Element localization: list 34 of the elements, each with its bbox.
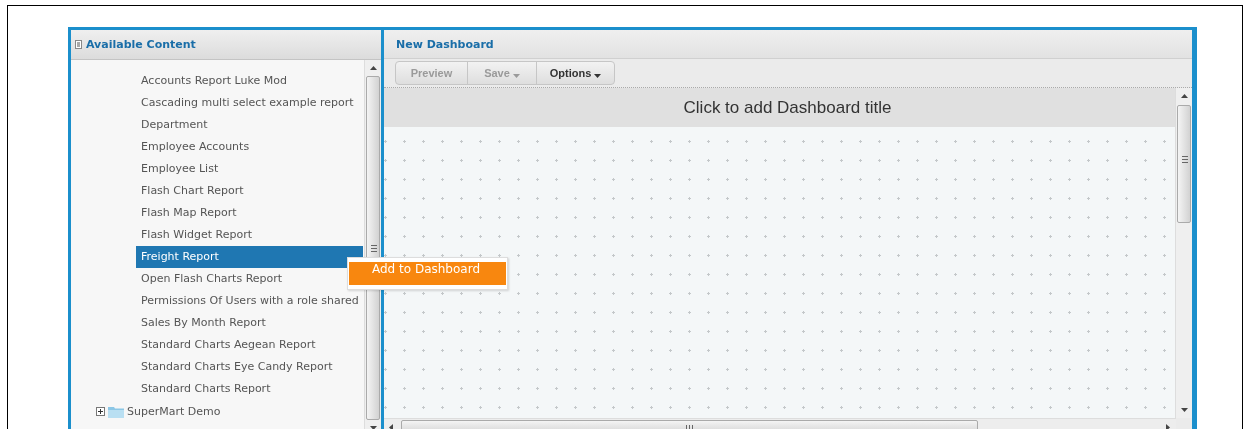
report-item[interactable]: Cascading multi select example report <box>136 92 363 114</box>
scrollbar-thumb[interactable] <box>1177 105 1191 223</box>
panel-title: Available Content <box>86 38 196 51</box>
report-item[interactable]: Flash Chart Report <box>136 180 363 202</box>
report-item[interactable]: Flash Map Report <box>136 202 363 224</box>
scroll-down-icon[interactable] <box>370 426 377 429</box>
report-item[interactable]: Employee List <box>136 158 363 180</box>
caret-icon <box>512 74 520 78</box>
report-item[interactable]: Freight Report <box>136 246 363 268</box>
scroll-left-icon[interactable] <box>389 424 393 429</box>
report-item[interactable]: Standard Charts Aegean Report <box>136 334 363 356</box>
report-item[interactable]: Standard Charts Eye Candy Report <box>136 356 363 378</box>
report-item[interactable]: Permissions Of Users with a role shared <box>136 290 363 312</box>
scroll-right-icon[interactable] <box>1166 424 1170 429</box>
report-item[interactable]: Accounts Report Luke Mod <box>136 70 363 92</box>
report-item[interactable]: Sales By Month Report <box>136 312 363 334</box>
vertical-scrollbar[interactable] <box>1175 88 1192 418</box>
report-item[interactable]: Flash Widget Report <box>136 224 363 246</box>
folder-label[interactable]: SuperMart Demo <box>127 404 221 418</box>
collapse-icon[interactable] <box>75 40 82 49</box>
dashboard-title-placeholder[interactable]: Click to add Dashboard title <box>683 97 892 118</box>
scroll-up-icon[interactable] <box>370 66 377 70</box>
scroll-up-icon[interactable] <box>1181 94 1188 98</box>
folder-icon <box>108 404 124 418</box>
grip-icon <box>1182 156 1188 163</box>
panel-title: New Dashboard <box>396 37 494 51</box>
toolbar-button[interactable]: Options <box>536 62 614 84</box>
scroll-down-icon[interactable] <box>1181 408 1188 412</box>
report-item[interactable]: Department <box>136 114 363 136</box>
caret-icon <box>594 74 602 78</box>
expand-icon[interactable] <box>96 406 105 416</box>
report-item[interactable]: Employee Accounts <box>136 136 363 158</box>
grip-icon <box>371 245 377 252</box>
report-item[interactable]: Standard Charts Report <box>136 378 363 400</box>
